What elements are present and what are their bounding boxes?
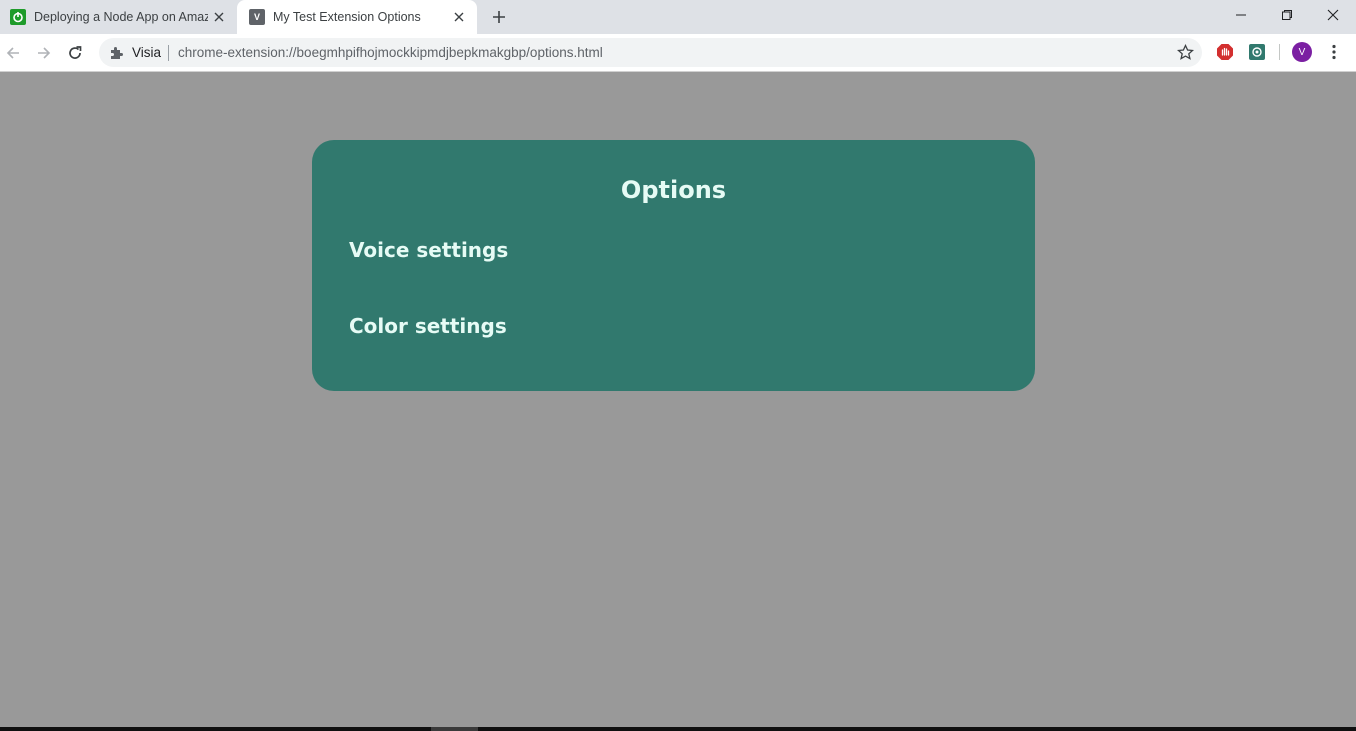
extension-favicon-icon: V — [249, 9, 265, 25]
tab-strip: Deploying a Node App on Amazon V My Test… — [0, 0, 1356, 34]
url-text[interactable]: chrome-extension://boegmhpifhojmockkipmd… — [178, 45, 603, 60]
taskbar — [0, 727, 1356, 731]
profile-avatar[interactable]: V — [1292, 42, 1312, 62]
taskbar-indicator — [431, 727, 478, 731]
adblock-hand-icon[interactable] — [1216, 43, 1234, 61]
toolbar-divider — [1279, 44, 1280, 60]
options-card: Options Voice settings Color settings — [312, 140, 1035, 391]
close-tab-icon[interactable] — [211, 9, 227, 25]
address-bar[interactable]: Visia chrome-extension://boegmhpifhojmoc… — [99, 38, 1202, 67]
back-arrow-icon[interactable] — [2, 42, 24, 64]
browser-toolbar: Visia chrome-extension://boegmhpifhojmoc… — [0, 34, 1356, 72]
site-label: Visia — [132, 45, 162, 60]
close-tab-icon[interactable] — [451, 9, 467, 25]
bookmark-star-icon[interactable] — [1176, 43, 1195, 61]
page-viewport: Options Voice settings Color settings — [0, 72, 1356, 728]
tab-my-test-extension-options[interactable]: V My Test Extension Options — [237, 0, 477, 34]
restore-icon[interactable] — [1264, 0, 1310, 30]
close-window-icon[interactable] — [1310, 0, 1356, 30]
visia-extension-icon[interactable] — [1248, 43, 1266, 61]
kebab-menu-icon[interactable] — [1326, 43, 1342, 61]
tab-title: My Test Extension Options — [273, 10, 421, 24]
tab-title: Deploying a Node App on Amazon — [34, 10, 208, 24]
forward-arrow-icon[interactable] — [33, 42, 55, 64]
options-heading: Options — [620, 176, 727, 204]
reload-icon[interactable] — [64, 42, 86, 64]
minimize-icon[interactable] — [1218, 0, 1264, 30]
power-favicon-icon — [10, 9, 26, 25]
new-tab-plus-icon[interactable] — [489, 8, 509, 26]
color-settings-heading: Color settings — [349, 314, 507, 338]
voice-settings-heading: Voice settings — [349, 238, 509, 262]
omnibox-divider — [168, 45, 169, 61]
puzzle-piece-icon — [109, 45, 124, 60]
tab-deploying-node-app[interactable]: Deploying a Node App on Amazon — [0, 0, 237, 34]
